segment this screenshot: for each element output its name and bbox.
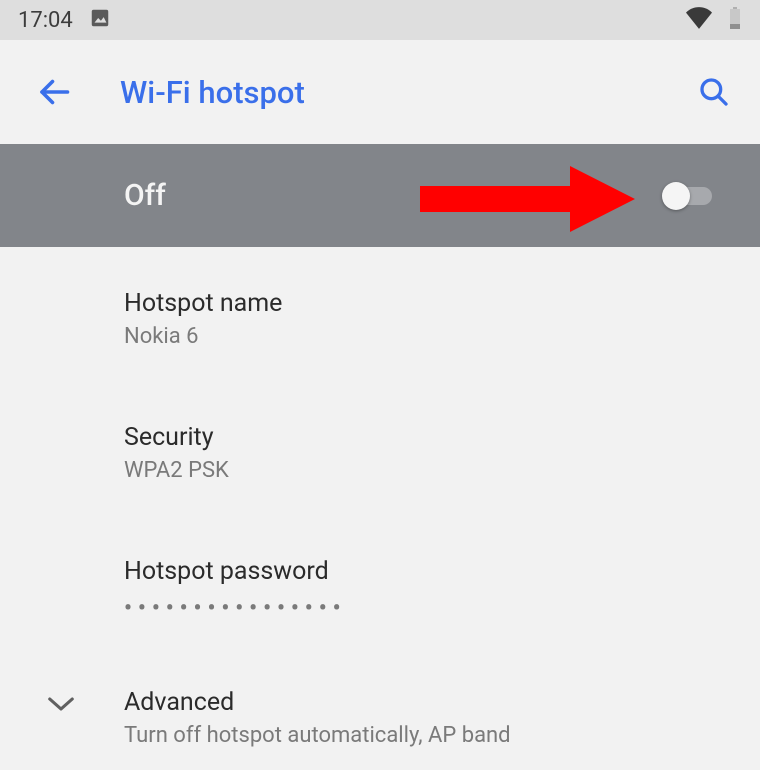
security-value: WPA2 PSK	[124, 458, 728, 483]
app-bar: Wi-Fi hotspot	[0, 40, 760, 144]
hotspot-name-value: Nokia 6	[124, 324, 728, 349]
hotspot-name-title: Hotspot name	[124, 289, 728, 318]
wifi-icon	[686, 7, 712, 33]
settings-list: Hotspot name Nokia 6 Security WPA2 PSK H…	[0, 247, 760, 770]
status-left: 17:04	[18, 7, 111, 33]
advanced-title: Advanced	[124, 688, 728, 717]
switch-thumb	[662, 182, 690, 210]
password-title: Hotspot password	[124, 557, 728, 586]
battery-icon	[728, 7, 742, 33]
security-title: Security	[124, 423, 728, 452]
status-right	[686, 7, 742, 33]
password-item[interactable]: Hotspot password ••••••••••••••••	[0, 535, 760, 636]
status-time: 17:04	[18, 8, 73, 33]
hotspot-toggle-label: Off	[124, 178, 662, 213]
page-title: Wi-Fi hotspot	[120, 74, 698, 111]
search-button[interactable]	[698, 76, 730, 108]
advanced-subtitle: Turn off hotspot automatically, AP band	[124, 723, 728, 748]
password-value: ••••••••••••••••	[124, 592, 728, 614]
image-icon	[89, 7, 111, 33]
chevron-down-icon	[28, 688, 94, 714]
hotspot-name-item[interactable]: Hotspot name Nokia 6	[0, 267, 760, 371]
hotspot-toggle-switch[interactable]	[662, 181, 712, 211]
hotspot-toggle-row[interactable]: Off	[0, 144, 760, 247]
status-bar: 17:04	[0, 0, 760, 40]
advanced-item[interactable]: Advanced Turn off hotspot automatically,…	[0, 666, 760, 770]
back-button[interactable]	[36, 74, 72, 110]
security-item[interactable]: Security WPA2 PSK	[0, 401, 760, 505]
